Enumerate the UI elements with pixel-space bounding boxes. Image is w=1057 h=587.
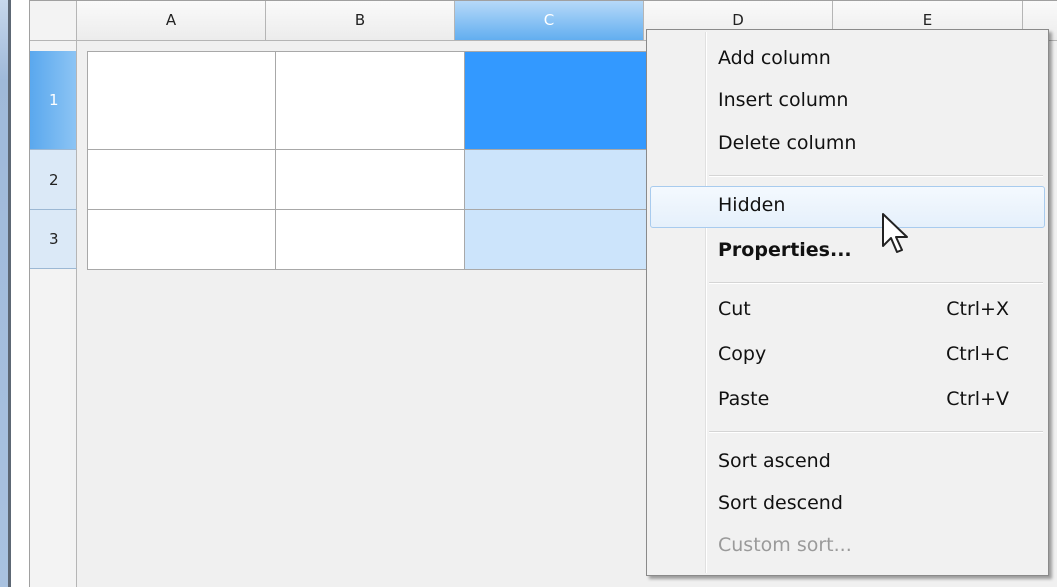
spreadsheet-window: A B C D E 1 2 3 Add column Insert column… xyxy=(0,0,1057,587)
cell-b3[interactable] xyxy=(276,210,465,270)
menu-item-sort-ascend[interactable]: Sort ascend xyxy=(650,442,1045,484)
column-context-menu: Add column Insert column Delete column H… xyxy=(646,29,1049,576)
menu-item-label: Paste xyxy=(718,388,770,410)
window-frame-inner xyxy=(11,0,29,587)
column-header-label: A xyxy=(165,11,177,29)
column-header-label: B xyxy=(354,11,366,29)
column-header-b[interactable]: B xyxy=(266,1,455,41)
row-header-2[interactable]: 2 xyxy=(30,150,77,210)
menu-item-label: Sort ascend xyxy=(718,450,831,472)
menu-item-hidden[interactable]: Hidden xyxy=(650,186,1045,228)
menu-item-label: Custom sort... xyxy=(718,534,852,556)
menu-item-shortcut: Ctrl+X xyxy=(946,298,1009,320)
menu-item-label: Sort descend xyxy=(718,492,843,514)
row-header-label: 1 xyxy=(49,91,59,109)
menu-item-label: Copy xyxy=(718,343,767,365)
column-header-c[interactable]: C xyxy=(455,1,644,41)
menu-separator xyxy=(709,431,1043,433)
menu-item-properties[interactable]: Properties... xyxy=(650,231,1045,273)
row-header-1[interactable]: 1 xyxy=(30,51,77,150)
menu-item-label: Add column xyxy=(718,47,831,69)
menu-item-insert-column[interactable]: Insert column xyxy=(650,81,1045,123)
cell-b1[interactable] xyxy=(276,51,465,150)
menu-separator xyxy=(709,175,1043,177)
cell-b2[interactable] xyxy=(276,150,465,210)
row-header-empty xyxy=(30,269,77,587)
row-header-label: 3 xyxy=(49,230,59,248)
row-header-label: 2 xyxy=(49,170,59,189)
menu-item-shortcut: Ctrl+V xyxy=(946,388,1009,410)
row-header-spacer xyxy=(30,41,77,51)
menu-item-delete-column[interactable]: Delete column xyxy=(650,124,1045,166)
window-frame-edge xyxy=(0,0,8,587)
menu-item-add-column[interactable]: Add column xyxy=(650,39,1045,81)
menu-item-sort-descend[interactable]: Sort descend xyxy=(650,484,1045,526)
menu-separator xyxy=(709,282,1043,284)
cell-a2[interactable] xyxy=(87,150,276,210)
menu-item-label: Properties... xyxy=(718,239,852,261)
column-header-a[interactable]: A xyxy=(77,1,266,41)
menu-item-cut[interactable]: Cut Ctrl+X xyxy=(650,290,1045,332)
menu-item-custom-sort: Custom sort... xyxy=(650,526,1045,568)
select-all-corner[interactable] xyxy=(30,1,77,41)
menu-item-shortcut: Ctrl+C xyxy=(946,343,1009,365)
column-header-label: C xyxy=(543,11,555,29)
menu-item-paste[interactable]: Paste Ctrl+V xyxy=(650,380,1045,422)
cell-a1[interactable] xyxy=(87,51,276,150)
row-header-3[interactable]: 3 xyxy=(30,210,77,269)
cell-a3[interactable] xyxy=(87,210,276,270)
menu-item-label: Cut xyxy=(718,298,751,320)
menu-item-label: Delete column xyxy=(718,132,857,154)
arrow-cursor-icon xyxy=(882,213,908,253)
menu-item-copy[interactable]: Copy Ctrl+C xyxy=(650,335,1045,377)
menu-item-label: Insert column xyxy=(718,89,849,111)
menu-item-label: Hidden xyxy=(718,194,786,216)
